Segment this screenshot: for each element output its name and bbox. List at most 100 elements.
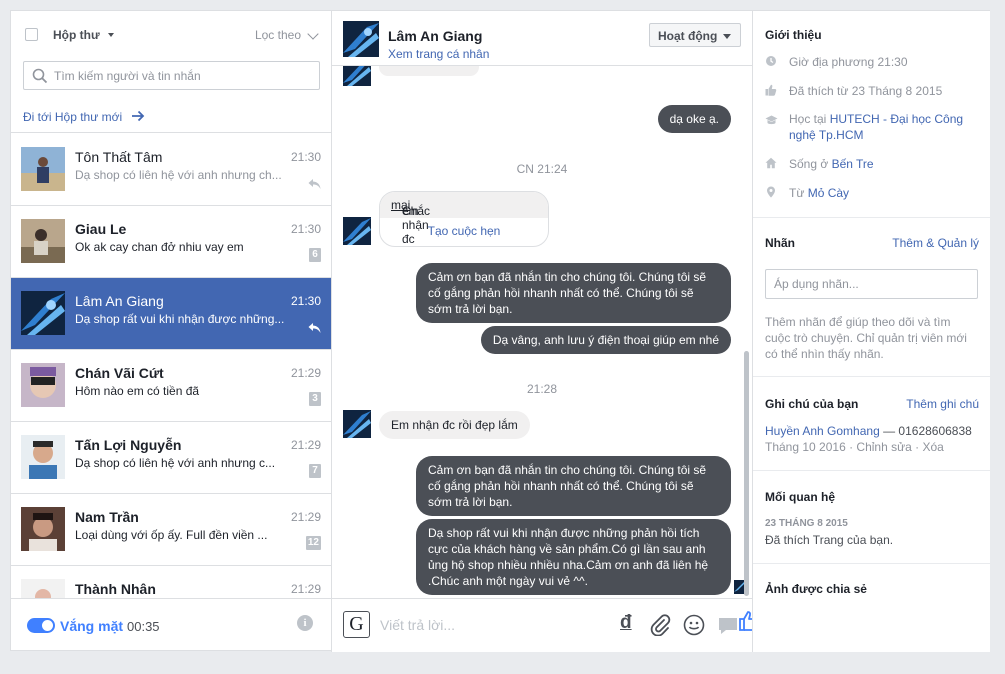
timestamp: 21:28 xyxy=(526,382,558,396)
labels-title: Nhãn xyxy=(765,236,795,250)
currency-icon[interactable]: đ xyxy=(620,612,632,634)
location-pin-icon xyxy=(767,186,775,198)
shared-photos-title: Ảnh được chia sẻ xyxy=(765,582,867,596)
labels-hint: Thêm nhãn để giúp theo dõi và tìm cuộc t… xyxy=(765,315,967,361)
reply-icon xyxy=(308,323,321,333)
attachment-icon[interactable] xyxy=(649,614,671,636)
inbox-header: Hộp thư Lọc theo xyxy=(11,11,331,56)
goto-new-inbox[interactable]: Đi tới Hộp thư mới xyxy=(11,101,331,133)
search-icon xyxy=(32,68,48,84)
message-bubble-outgoing: dạ oke ạ. xyxy=(657,105,731,133)
thread-item[interactable]: Chán Vãi Cứt 21:29 Hôm nào em có tiền đã… xyxy=(11,350,331,422)
thread-name: Thành Nhân xyxy=(75,581,156,597)
note-meta[interactable]: Tháng 10 2016 · Chỉnh sửa · Xóa xyxy=(765,439,979,455)
sticker-icon[interactable] xyxy=(717,616,739,636)
thread-item[interactable]: Tấn Lợi Nguyễn 21:29 Dạ shop có liên hệ … xyxy=(11,422,331,494)
emoji-icon[interactable] xyxy=(683,614,705,636)
away-status-bar: Vắng mặt 00:35 i xyxy=(11,598,331,652)
info-icon[interactable]: i xyxy=(297,615,313,631)
thumbs-up-icon xyxy=(765,84,777,96)
thread-name: Nam Trần xyxy=(75,509,139,525)
note-author-link[interactable]: Huyền Anh Gomhang xyxy=(765,424,880,438)
thread-preview: Dạ shop rất vui khi nhận được những... xyxy=(75,312,285,326)
relationship-title: Mối quan hệ xyxy=(765,490,835,504)
thread-preview: Dạ shop có liên hệ với anh nhưng ch... xyxy=(75,168,282,182)
avatar xyxy=(21,147,65,191)
search-input[interactable] xyxy=(54,66,304,85)
notes-title: Ghi chú của bạn xyxy=(765,397,859,411)
goto-new-inbox-link[interactable]: Đi tới Hộp thư mới xyxy=(23,110,122,124)
education: Học tại HUTECH - Đại học Công nghệ Tp.HC… xyxy=(789,112,964,142)
search-box[interactable] xyxy=(23,61,320,90)
thread-name: Giau Le xyxy=(75,221,127,237)
reply-composer: G đ xyxy=(332,598,758,652)
thread-list: Tôn Thất Tâm 21:30 Dạ shop có liên hệ vớ… xyxy=(11,134,331,598)
thread-time: 21:29 xyxy=(290,510,321,524)
notes-section: Ghi chú của bạn Thêm ghi chú Huyền Anh G… xyxy=(753,377,990,471)
shared-photos-section: Ảnh được chia sẻ xyxy=(753,564,990,652)
clock-icon xyxy=(766,56,776,66)
relationship-text: Đã thích Trang của bạn. xyxy=(765,533,894,547)
intro-section: Giới thiệu Giờ địa phương 21:30 Đã thích… xyxy=(753,11,990,218)
away-time: 00:35 xyxy=(127,619,160,634)
education-row: Học tại HUTECH - Đại học Công nghệ Tp.HC… xyxy=(765,111,983,145)
inbox-folder-dropdown[interactable]: Hộp thư xyxy=(53,28,100,42)
away-label: Vắng mặt xyxy=(60,618,124,634)
message-list: dạ oke ạ. CN 21:24 Chắc mai em nhận đc h… xyxy=(332,66,752,598)
message-bubble-incoming: Em nhận đc rồi đẹp lắm xyxy=(379,411,530,439)
manage-labels-link[interactable]: Thêm & Quản lý xyxy=(892,236,979,250)
avatar xyxy=(21,363,65,407)
thread-item[interactable]: Giau Le 21:30 Ok ak cay chan đở nhiu vay… xyxy=(11,206,331,278)
avatar[interactable] xyxy=(343,21,379,57)
add-note-link[interactable]: Thêm ghi chú xyxy=(906,397,979,411)
grammarly-icon[interactable]: G xyxy=(343,611,370,638)
thread-preview: Ok ak cay chan đở nhiu vay em xyxy=(75,240,244,254)
caret-down-icon xyxy=(723,34,731,39)
thread-item[interactable]: Nam Trần 21:29 Loại dùng với ốp ấy. Full… xyxy=(11,494,331,566)
avatar xyxy=(21,435,65,479)
create-appointment-link[interactable]: Tạo cuộc hẹn xyxy=(380,224,548,238)
avatar xyxy=(21,291,65,335)
thread-time: 21:29 xyxy=(290,366,321,380)
inbox-app: Hộp thư Lọc theo Đi tới Hộp thư mới Tôn … xyxy=(10,10,990,652)
scrollbar[interactable] xyxy=(744,351,749,596)
hometown-link[interactable]: Mỏ Cày xyxy=(808,186,849,200)
local-time: Giờ địa phương 21:30 xyxy=(789,55,908,69)
message-bubble-outgoing: Dạ vâng, anh lưu ý điện thoại giúp em nh… xyxy=(480,326,731,354)
unread-count-badge: 6 xyxy=(309,248,321,262)
away-toggle[interactable] xyxy=(27,618,55,633)
message-bubble-outgoing: Cảm ơn bạn đã nhắn tin cho chúng tôi. Ch… xyxy=(416,263,731,323)
home-icon xyxy=(765,157,777,169)
labels-input[interactable] xyxy=(765,269,978,299)
status-dropdown[interactable]: Hoạt động xyxy=(649,23,741,47)
message-bubble-incoming xyxy=(379,66,479,76)
unread-count-badge: 7 xyxy=(309,464,321,478)
thread-item-selected[interactable]: Lâm An Giang 21:30 Dạ shop rất vui khi n… xyxy=(11,278,331,350)
thread-name: Tôn Thất Tâm xyxy=(75,149,163,165)
thread-item[interactable]: Thành Nhân 21:29 xyxy=(11,566,331,598)
thread-name: Lâm An Giang xyxy=(75,293,164,309)
chevron-down-icon[interactable] xyxy=(307,28,319,40)
view-profile-link[interactable]: Xem trang cá nhân xyxy=(388,47,489,61)
thread-time: 21:30 xyxy=(290,222,321,236)
unread-count-badge: 12 xyxy=(305,536,321,550)
status-label: Hoạt động xyxy=(658,29,718,43)
conversation-header: Lâm An Giang Xem trang cá nhân Hoạt động xyxy=(332,11,752,66)
unread-count-badge: 3 xyxy=(309,392,321,406)
thread-time: 21:30 xyxy=(290,294,321,308)
intro-title: Giới thiệu xyxy=(765,28,822,42)
avatar xyxy=(21,579,65,598)
city-link[interactable]: Bến Tre xyxy=(832,157,874,171)
thread-preview: Loại dùng với ốp ấy. Full đền viền ... xyxy=(75,528,268,542)
thread-time: 21:30 xyxy=(290,150,321,164)
message-bubble-outgoing: Dạ shop rất vui khi nhận được những phản… xyxy=(416,519,731,595)
hometown: Từ Mỏ Cày xyxy=(789,186,850,200)
thread-item[interactable]: Tôn Thất Tâm 21:30 Dạ shop có liên hệ vớ… xyxy=(11,134,331,206)
reply-input[interactable] xyxy=(380,615,600,635)
filter-dropdown[interactable]: Lọc theo xyxy=(255,28,301,42)
message-card: Chắc mai em nhận đc hàng Tạo cuộc hẹn xyxy=(379,191,549,247)
avatar xyxy=(343,66,371,86)
select-all-checkbox[interactable] xyxy=(25,28,38,41)
lives-in: Sống ở Bến Tre xyxy=(789,157,874,171)
thread-time: 21:29 xyxy=(290,438,321,452)
